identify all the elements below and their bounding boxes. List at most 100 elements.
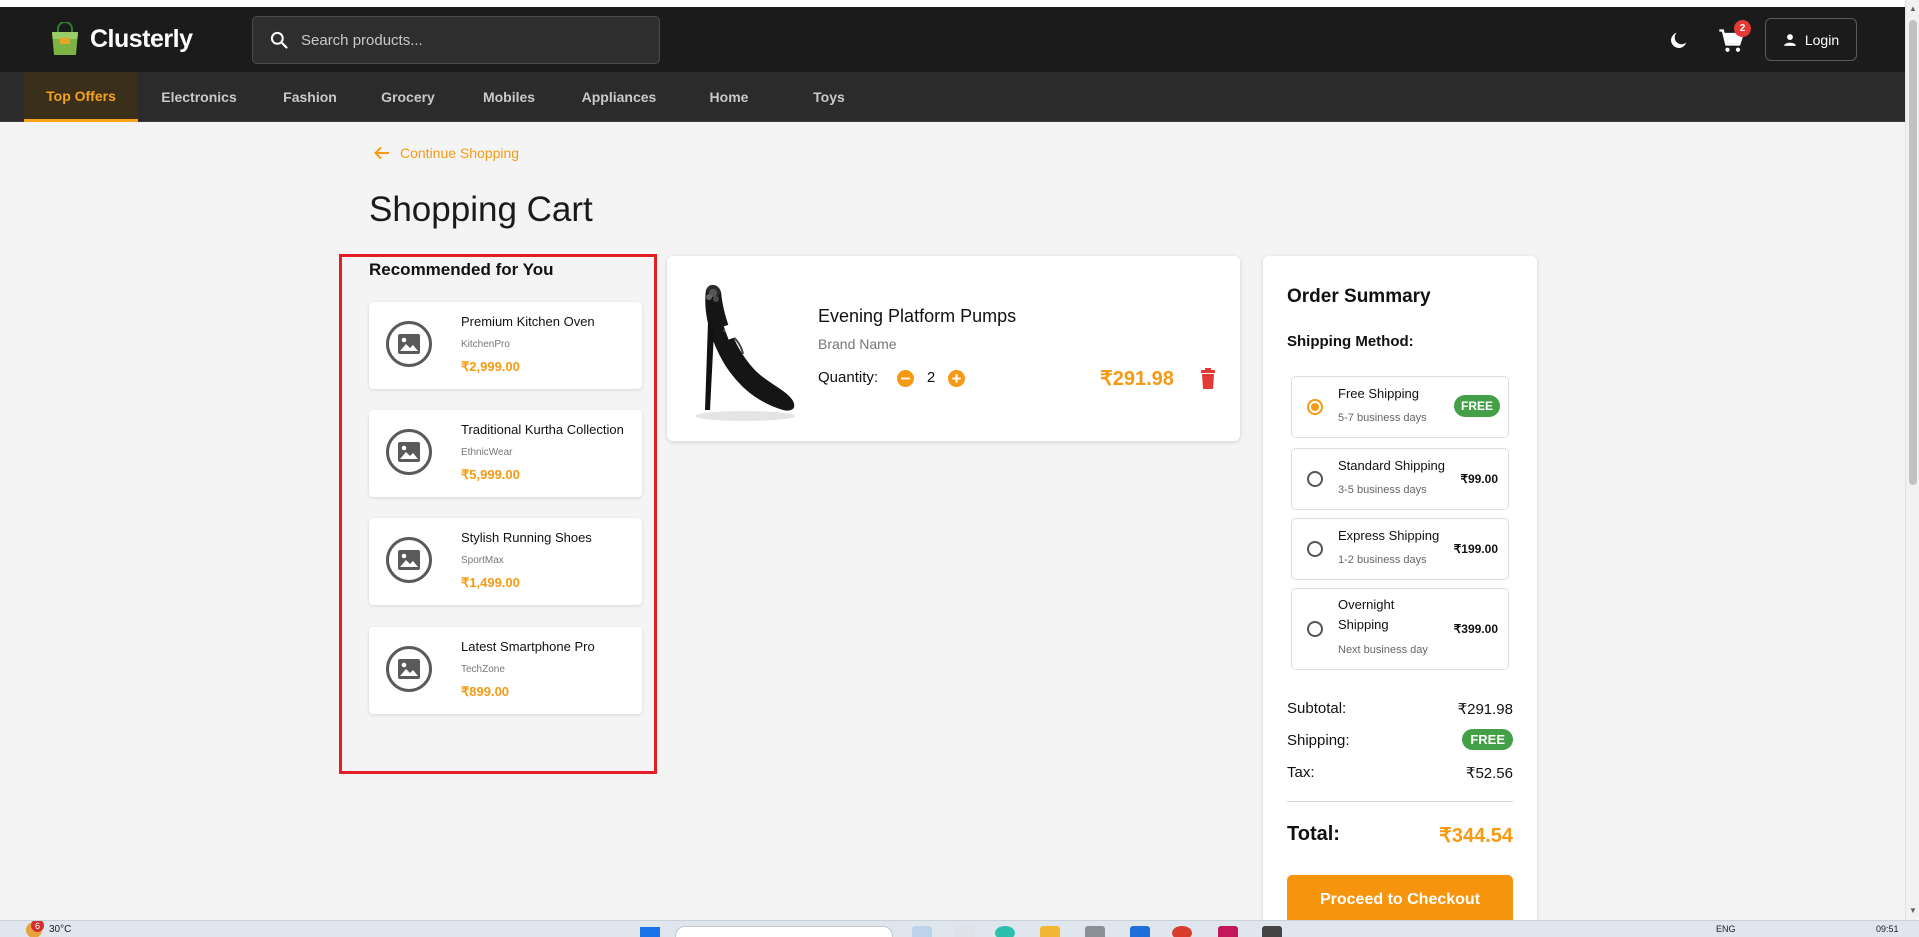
search-input[interactable]: Search products... <box>301 32 423 49</box>
recommended-item-brand: EthnicWear <box>461 447 513 458</box>
recommended-item-price: ₹2,999.00 <box>461 359 520 374</box>
recommended-item-price: ₹1,499.00 <box>461 575 520 590</box>
page-title: Shopping Cart <box>369 190 593 229</box>
radio-unselected[interactable] <box>1307 541 1323 557</box>
recommended-item-card[interactable]: Stylish Running Shoes SportMax ₹1,499.00 <box>369 518 642 605</box>
checkout-button[interactable]: Proceed to Checkout <box>1287 875 1513 925</box>
recommended-item-card[interactable]: Traditional Kurtha Collection EthnicWear… <box>369 410 642 497</box>
browser-icon[interactable] <box>1172 926 1192 937</box>
tax-value: ₹52.56 <box>1465 765 1513 782</box>
folder-icon[interactable] <box>1040 926 1060 937</box>
shipping-option-overnight[interactable]: Overnight Shipping Next business day ₹39… <box>1291 588 1509 670</box>
shipping-option-days: Next business day <box>1338 644 1428 656</box>
recommended-item-card[interactable]: Latest Smartphone Pro TechZone ₹899.00 <box>369 627 642 714</box>
shipping-option-express[interactable]: Express Shipping 1-2 business days ₹199.… <box>1291 518 1509 580</box>
shipping-option-name: Express Shipping <box>1338 528 1440 543</box>
order-summary-panel: Order Summary Shipping Method: Free Ship… <box>1263 256 1537 937</box>
shopping-bag-logo-icon <box>52 22 78 55</box>
subtotal-value: ₹291.98 <box>1457 701 1513 718</box>
windows-start-icon[interactable] <box>640 927 660 937</box>
recommended-item-card[interactable]: Premium Kitchen Oven KitchenPro ₹2,999.0… <box>369 302 642 389</box>
nav-item-mobiles[interactable]: Mobiles <box>466 72 552 122</box>
shipping-option-free[interactable]: Free Shipping 5-7 business days FREE <box>1291 376 1509 438</box>
radio-selected[interactable] <box>1307 399 1323 415</box>
shipping-option-days: 3-5 business days <box>1338 484 1427 496</box>
subtotal-label: Subtotal: <box>1287 700 1347 717</box>
cart-item-price: ₹291.98 <box>1100 368 1174 390</box>
image-placeholder-icon <box>386 429 432 475</box>
brand-name: Clusterly <box>90 24 193 53</box>
order-summary-title: Order Summary <box>1287 286 1431 307</box>
category-nav: Top Offers Electronics Fashion Grocery M… <box>0 72 1905 122</box>
recommended-item-price: ₹899.00 <box>461 684 510 699</box>
nav-item-fashion[interactable]: Fashion <box>268 72 352 122</box>
total-label: Total: <box>1287 823 1340 845</box>
recommended-item-name: Latest Smartphone Pro <box>461 639 595 654</box>
plus-circle-icon[interactable] <box>948 370 965 387</box>
recommended-item-brand: TechZone <box>461 664 505 675</box>
image-placeholder-icon <box>386 321 432 367</box>
nav-item-top-offers[interactable]: Top Offers <box>24 72 138 122</box>
recommended-item-name: Stylish Running Shoes <box>461 530 592 545</box>
shipping-option-name: Overnight Shipping <box>1338 597 1395 632</box>
quantity-value: 2 <box>926 369 936 386</box>
site-header: Clusterly Search products... 2 Login <box>0 7 1905 72</box>
taskbar-app-icon[interactable] <box>912 926 932 937</box>
continue-shopping-label: Continue Shopping <box>400 145 520 161</box>
os-taskbar: 6 30°C ENG 09:51 <box>0 920 1919 937</box>
brand-logo[interactable]: Clusterly <box>49 22 193 56</box>
nav-item-grocery[interactable]: Grocery <box>366 72 450 122</box>
shipping-option-name: Free Shipping <box>1338 386 1419 401</box>
nav-item-appliances[interactable]: Appliances <box>567 72 671 122</box>
image-placeholder-icon <box>386 537 432 583</box>
taskbar-app-icon[interactable] <box>1218 926 1238 937</box>
scroll-down-arrow-icon[interactable]: ▼ <box>1909 906 1917 915</box>
shipping-label: Shipping: <box>1287 732 1350 749</box>
shipping-option-standard[interactable]: Standard Shipping 3-5 business days ₹99.… <box>1291 448 1509 510</box>
shipping-option-price: ₹99.00 <box>1460 472 1498 486</box>
nav-item-electronics[interactable]: Electronics <box>144 72 254 122</box>
radio-unselected[interactable] <box>1307 621 1323 637</box>
minus-circle-icon[interactable] <box>897 370 914 387</box>
radio-unselected[interactable] <box>1307 471 1323 487</box>
browser-top-strip <box>0 0 1905 7</box>
shipping-method-label: Shipping Method: <box>1287 333 1414 350</box>
search-bar[interactable]: Search products... <box>252 16 660 64</box>
taskbar-app-icon[interactable] <box>1130 926 1150 937</box>
login-label: Login <box>1804 31 1840 48</box>
clock-text[interactable]: 09:51 <box>1876 924 1899 934</box>
weather-badge: 6 <box>31 921 44 932</box>
recommended-item-name: Premium Kitchen Oven <box>461 314 595 329</box>
cart-item-card: Evening Platform Pumps Brand Name Quanti… <box>667 256 1240 441</box>
continue-shopping-link[interactable]: Continue Shopping <box>374 145 519 161</box>
taskbar-app-icon[interactable] <box>955 926 975 937</box>
taskbar-app-icon[interactable] <box>995 926 1015 937</box>
shipping-option-days: 1-2 business days <box>1338 554 1427 566</box>
trash-icon[interactable] <box>1198 368 1218 390</box>
arrow-left-icon <box>374 146 389 160</box>
quantity-label: Quantity: <box>818 369 879 386</box>
login-button[interactable]: Login <box>1765 18 1857 61</box>
dark-mode-toggle-icon[interactable] <box>1668 29 1690 51</box>
image-placeholder-icon <box>386 646 432 692</box>
shipping-option-price: ₹199.00 <box>1453 542 1498 556</box>
taskbar-app-icon[interactable] <box>1262 926 1282 937</box>
nav-item-home[interactable]: Home <box>689 72 769 122</box>
recommended-item-name: Traditional Kurtha Collection <box>461 422 624 437</box>
total-value: ₹344.54 <box>1439 825 1513 847</box>
scroll-up-arrow-icon[interactable]: ▲ <box>1909 4 1917 13</box>
recommended-title: Recommended for You <box>369 260 554 279</box>
shipping-option-name: Standard Shipping <box>1338 458 1445 473</box>
scrollbar-thumb[interactable] <box>1909 20 1917 485</box>
shipping-option-days: 5-7 business days <box>1338 412 1427 424</box>
temperature-text: 30°C <box>49 924 72 935</box>
page-scrollbar[interactable]: ▲ ▼ <box>1905 0 1919 920</box>
user-icon <box>1784 33 1796 46</box>
nav-item-toys[interactable]: Toys <box>789 72 869 122</box>
taskbar-search-box[interactable] <box>675 926 893 937</box>
recommended-item-brand: SportMax <box>461 555 504 566</box>
product-image[interactable] <box>679 270 801 427</box>
summary-divider <box>1287 801 1513 802</box>
language-indicator[interactable]: ENG <box>1716 924 1736 934</box>
taskbar-app-icon[interactable] <box>1085 926 1105 937</box>
